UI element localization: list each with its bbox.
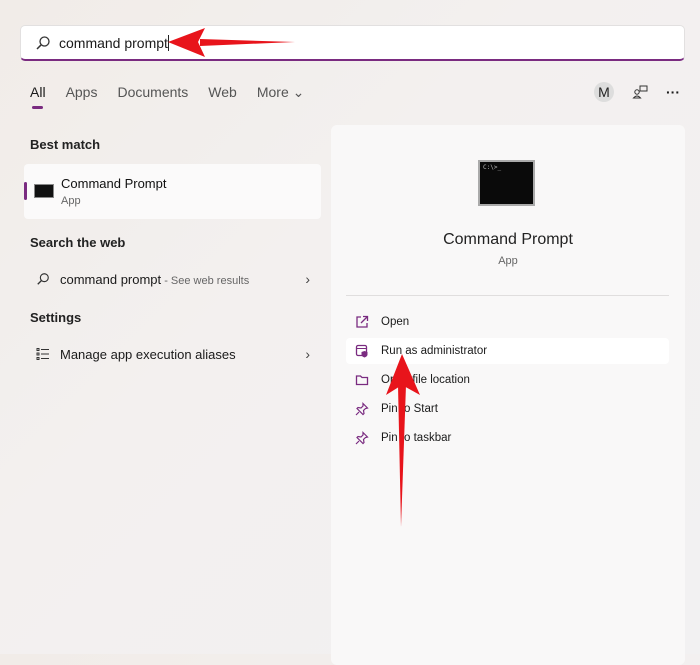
pin-icon [355,431,369,445]
open-external-icon [356,315,369,328]
folder-icon [355,375,369,386]
web-query: command prompt [60,271,162,287]
detail-panel: C:\>_ Command Prompt App Open Run as adm… [331,125,685,665]
selection-indicator [24,182,27,200]
action-pin-to-taskbar[interactable]: Pin to taskbar [346,425,669,451]
best-match-heading: Best match [30,137,101,152]
search-icon [37,273,49,285]
command-prompt-icon [34,184,54,198]
search-box[interactable]: command prompt [20,25,685,61]
best-match-result[interactable]: Command Prompt App [24,164,321,219]
more-options-button[interactable]: ··· [666,84,680,100]
settings-item-label: Manage app execution aliases [60,346,236,362]
tab-web[interactable]: Web [208,84,237,101]
action-pin-to-start[interactable]: Pin to Start [346,396,669,422]
action-open[interactable]: Open [346,309,669,335]
divider [346,295,669,296]
action-open-file-location[interactable]: Open file location [346,367,669,393]
tab-all[interactable]: All [30,84,46,109]
settings-result[interactable]: Manage app execution aliases › [36,342,316,366]
settings-heading: Settings [30,310,82,325]
search-web-heading: Search the web [30,235,126,250]
tab-more[interactable]: More ⌄ [257,84,305,101]
search-icon [36,35,50,50]
pin-icon [355,402,369,416]
result-type: App [61,195,81,207]
avatar[interactable]: M [594,82,614,102]
feedback-icon[interactable] [632,84,648,100]
detail-subtitle: App [498,255,518,267]
result-title: Command Prompt [61,176,167,191]
list-icon [36,348,49,360]
filter-tabs: All Apps Documents Web More ⌄ [30,84,324,109]
action-run-as-administrator[interactable]: Run as administrator [346,338,669,364]
web-search-result[interactable]: command prompt - See web results › [36,267,316,291]
web-suffix: - See web results [161,274,250,287]
tab-apps[interactable]: Apps [66,84,98,101]
command-prompt-large-icon: C:\>_ [478,160,535,206]
search-input[interactable]: command prompt [59,35,168,51]
tab-documents[interactable]: Documents [117,84,188,101]
chevron-right-icon: › [305,346,310,362]
shield-admin-icon [355,344,368,358]
chevron-right-icon: › [305,271,310,287]
text-caret [167,34,169,51]
detail-title: Command Prompt [443,231,573,248]
